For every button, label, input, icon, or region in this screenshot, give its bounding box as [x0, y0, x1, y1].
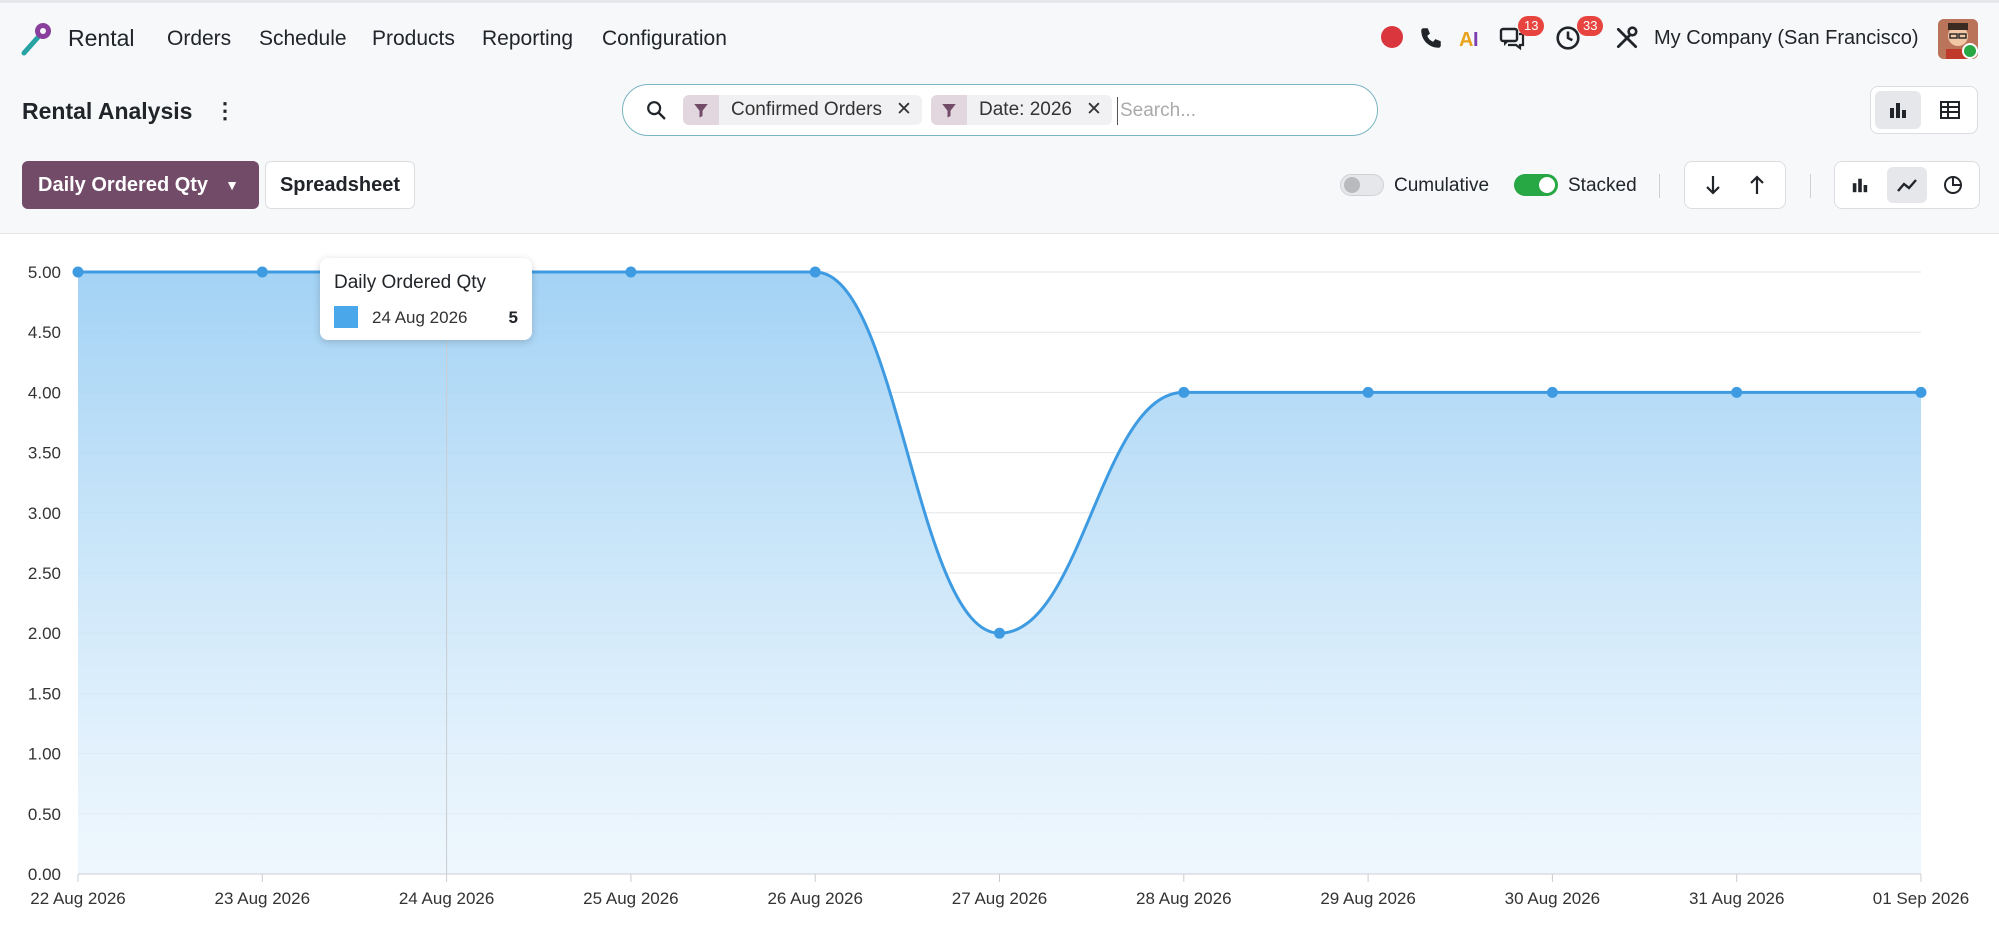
separator	[1659, 174, 1660, 198]
facet-label: Date: 2026	[967, 95, 1082, 125]
chart-type-buttons	[1834, 161, 1980, 209]
y-tick-label: 4.50	[28, 323, 61, 342]
stacked-toggle[interactable]	[1514, 174, 1558, 196]
filter-facet-confirmed-orders: Confirmed Orders ✕	[683, 95, 922, 125]
arrow-up-icon	[1750, 175, 1764, 194]
graph-view-button[interactable]	[1875, 91, 1921, 129]
data-point[interactable]	[809, 266, 821, 278]
cumulative-label: Cumulative	[1394, 175, 1490, 196]
chart-tooltip: Daily Ordered Qty 24 Aug 2026 5	[320, 258, 532, 340]
measures-dropdown-button[interactable]: Daily Ordered Qty ▼	[22, 161, 259, 209]
line-chart-icon	[1897, 179, 1917, 192]
menu-reporting[interactable]: Reporting	[482, 27, 573, 51]
pie-chart-button[interactable]	[1933, 167, 1973, 203]
y-tick-label: 5.00	[28, 263, 61, 282]
y-tick-label: 3.50	[28, 444, 61, 463]
filter-icon	[694, 104, 708, 118]
menu-configuration[interactable]: Configuration	[602, 27, 727, 51]
y-tick-label: 0.00	[28, 865, 61, 884]
arrow-down-icon	[1706, 176, 1720, 195]
record-icon[interactable]	[1380, 25, 1404, 49]
search-bar[interactable]: Confirmed Orders ✕ Date: 2026 ✕	[622, 84, 1378, 136]
rental-app-icon[interactable]	[20, 19, 54, 57]
data-point[interactable]	[1178, 386, 1190, 398]
data-point[interactable]	[625, 266, 637, 278]
tooltip-title: Daily Ordered Qty	[334, 272, 487, 293]
ai-icon[interactable]: AI	[1458, 25, 1486, 51]
activity-badge: 33	[1577, 16, 1604, 36]
measure-label: Daily Ordered Qty	[38, 174, 209, 196]
y-tick-label: 0.50	[28, 805, 61, 824]
x-tick-label: 28 Aug 2026	[1136, 889, 1231, 908]
insert-spreadsheet-button[interactable]: Spreadsheet	[265, 161, 415, 209]
menu-products[interactable]: Products	[372, 27, 455, 51]
x-tick-label: 01 Sep 2026	[1873, 889, 1969, 908]
x-tick-label: 25 Aug 2026	[583, 889, 678, 908]
bar-chart-icon	[1890, 103, 1906, 118]
line-chart-button[interactable]	[1887, 167, 1927, 203]
view-switcher	[1870, 86, 1978, 134]
search-icon[interactable]	[645, 99, 667, 121]
y-tick-label: 3.00	[28, 504, 61, 523]
data-point[interactable]	[1915, 386, 1927, 398]
online-status-dot	[1962, 43, 1978, 59]
x-tick-label: 30 Aug 2026	[1505, 889, 1600, 908]
y-tick-label: 2.50	[28, 564, 61, 583]
stacked-label: Stacked	[1568, 175, 1637, 196]
actions-menu-icon[interactable]: ⋮	[214, 98, 236, 124]
pivot-view-button[interactable]	[1927, 91, 1973, 129]
data-point[interactable]	[1362, 386, 1374, 398]
tooltip-series-swatch	[334, 306, 358, 328]
sort-descending-button[interactable]	[1693, 167, 1733, 203]
x-tick-label: 22 Aug 2026	[30, 889, 125, 908]
facet-label: Confirmed Orders	[719, 95, 892, 125]
pie-chart-icon	[1944, 176, 1962, 194]
data-point[interactable]	[1731, 386, 1743, 398]
sort-buttons	[1684, 161, 1786, 209]
tooltip-label: 24 Aug 2026	[372, 308, 468, 327]
menu-schedule[interactable]: Schedule	[259, 27, 347, 51]
filter-icon	[942, 104, 956, 118]
data-point[interactable]	[256, 266, 268, 278]
tooltip-value: 5	[508, 308, 518, 327]
menu-orders[interactable]: Orders	[167, 27, 231, 51]
y-tick-label: 4.00	[28, 383, 61, 402]
x-tick-label: 31 Aug 2026	[1689, 889, 1784, 908]
y-tick-label: 1.50	[28, 684, 61, 703]
app-name[interactable]: Rental	[68, 25, 134, 52]
table-icon	[1940, 101, 1960, 119]
y-tick-label: 1.00	[28, 745, 61, 764]
remove-facet-icon[interactable]: ✕	[892, 95, 922, 125]
bar-chart-button[interactable]	[1840, 167, 1880, 203]
data-point[interactable]	[1546, 386, 1558, 398]
x-tick-label: 26 Aug 2026	[767, 889, 862, 908]
cumulative-toggle[interactable]	[1340, 174, 1384, 196]
top-navbar: Rental Orders Schedule Products Reportin…	[0, 0, 1999, 76]
filter-facet-date: Date: 2026 ✕	[931, 95, 1112, 125]
x-tick-label: 23 Aug 2026	[215, 889, 310, 908]
line-chart: 22 Aug 2026 23 Aug 2026 24 Aug 2026 25 Aug …	[28, 263, 1969, 908]
data-point[interactable]	[994, 627, 1005, 639]
tools-icon[interactable]	[1614, 25, 1640, 51]
caret-down-icon: ▼	[225, 177, 239, 193]
sort-ascending-button[interactable]	[1737, 167, 1777, 203]
x-tick-label: 24 Aug 2026	[399, 889, 494, 908]
messages-badge: 13	[1518, 16, 1545, 36]
phone-icon[interactable]	[1418, 25, 1444, 51]
search-input[interactable]	[1117, 97, 1347, 125]
bar-chart-icon	[1852, 178, 1868, 193]
x-tick-label: 29 Aug 2026	[1320, 889, 1415, 908]
remove-facet-icon[interactable]: ✕	[1081, 95, 1112, 125]
page-title: Rental Analysis	[22, 98, 193, 124]
separator	[1810, 174, 1811, 198]
svg-text:A: A	[1459, 29, 1473, 51]
data-point[interactable]	[72, 266, 84, 278]
company-switcher[interactable]: My Company (San Francisco)	[1654, 27, 1919, 50]
svg-text:I: I	[1473, 29, 1479, 51]
x-tick-label: 27 Aug 2026	[952, 889, 1047, 908]
y-tick-label: 2.00	[28, 624, 61, 643]
